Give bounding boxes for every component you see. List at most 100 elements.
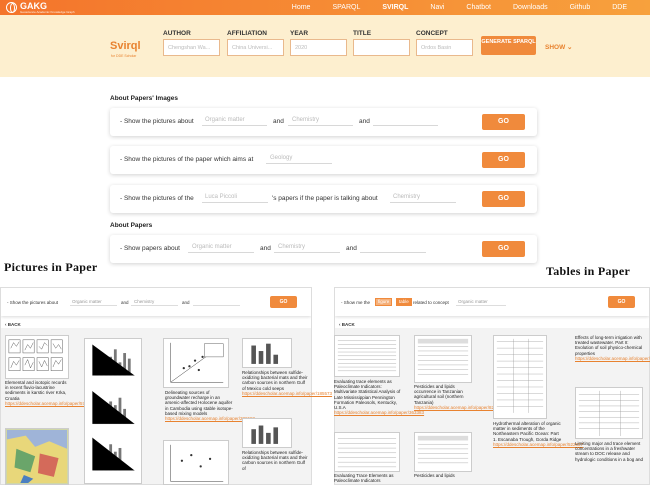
logo-name: GAKG [20,0,47,11]
nav-menu: Home SPARQL SVIRQL Navi Chatbot Download… [281,0,638,15]
topic-input-3[interactable] [193,299,240,306]
generate-sparql-button[interactable]: GENERATE SPARQL [481,36,536,55]
tables-query-row: - Show me the figure table related to co… [335,288,649,316]
query-text: - Show me the [341,300,371,305]
query-text: - Show papers about [120,245,180,252]
nav-downloads[interactable]: Downloads [502,4,559,11]
back-label: BACK [7,322,21,327]
nav-sparql[interactable]: SPARQL [321,4,371,11]
go-button[interactable]: GO [482,191,525,207]
paper-link[interactable]: https://ddescholar.acemap.info/paper/185… [242,391,332,396]
figure-toggle[interactable]: figure [375,298,393,306]
author-label: AUTHOR [163,30,191,37]
go-button[interactable]: GO [482,241,525,257]
year-label: YEAR [290,30,309,37]
concept-input[interactable]: Organic matter [456,299,506,306]
query-text: and [121,300,129,305]
topic-input-1[interactable]: Organic matter [70,299,117,306]
figure-caption: Relationships between sulfide-oxidizing … [242,370,332,396]
table-caption: Limiting major and trace element concent… [575,441,647,462]
pictures-heading: Pictures in Paper [4,260,98,274]
affiliation-field: AFFILIATION China Universi... [227,30,284,56]
paper-topic-input-1[interactable]: Organic matter [188,244,254,253]
table-thumbnail[interactable] [414,335,472,383]
back-label: BACK [341,322,355,327]
nav-chatbot[interactable]: Chatbot [455,4,502,11]
images-query-aim: - Show the pictures of the paper which a… [110,146,537,174]
paper-link[interactable]: https://ddescholar.acemap.info/paper/298… [575,356,650,361]
figure-thumbnail[interactable] [242,418,292,448]
table-thumbnail[interactable] [334,432,400,472]
figure-thumbnail[interactable] [84,338,142,484]
nav-github[interactable]: Github [559,4,602,11]
paper-link[interactable]: https://ddescholar.acemap.info/paper/573… [5,401,95,406]
paper-link[interactable]: https://ddescholar.acemap.info/paper/286… [165,416,255,421]
author-name-input[interactable]: Luca Piccoli [202,194,268,203]
bar-charts-figure [92,344,135,471]
svirql-subtitle: for DDE Scholar [111,54,137,58]
concept-input[interactable]: Ordos Basin [416,39,473,56]
images-query-topics: - Show the pictures about Organic matter… [110,108,537,136]
table-image [337,340,397,372]
figure-thumbnail[interactable] [5,428,69,485]
figure-caption: Delineating sources of groundwater recha… [165,390,255,421]
table-thumbnail[interactable] [334,335,400,377]
year-input[interactable]: 2020 [290,39,347,56]
table-caption: Evaluating Trace Elements as Paleoclimat… [334,473,404,483]
back-link[interactable]: ‹ BACK [5,322,21,327]
paper-link[interactable]: https://ddescholar.acemap.info/paper/822… [414,405,504,410]
figure-thumbnail[interactable] [163,440,229,485]
query-text: - Show the pictures of the [120,195,194,202]
paper-link[interactable]: https://ddescholar.acemap.info/paper/363… [334,410,424,415]
nav-home[interactable]: Home [281,4,322,11]
images-query-author: - Show the pictures of the Luca Piccoli … [110,185,537,213]
affiliation-label: AFFILIATION [227,30,267,37]
go-button[interactable]: GO [482,114,525,130]
table-caption: Hydrothermal alteration of organic matte… [493,421,583,447]
paper-topic-input-2[interactable]: Chemistry [274,244,340,253]
table-caption: Evaluating trace elements as Paleoclimat… [334,379,424,415]
title-input[interactable] [353,39,410,56]
paper-link[interactable]: https://ddescholar.acemap.info/paper/522… [493,442,583,447]
show-toggle[interactable]: SHOW ⌄ [545,43,573,51]
aim-input[interactable]: Geology [266,155,332,164]
figure-caption: Elemental and isotopic records in recent… [5,380,95,406]
go-button[interactable]: GO [482,152,525,168]
figure-thumbnail[interactable] [163,338,229,388]
map-figure [7,430,67,484]
caption-title: Pesticides and lipids [414,473,455,478]
query-text: and [273,118,284,125]
topic-input-3[interactable] [373,117,438,126]
figure-thumbnail[interactable] [5,335,69,379]
caption-title: Elemental and isotopic records in recent… [5,380,67,401]
chevron-down-icon: ⌄ [567,44,573,51]
go-button[interactable]: GO [608,296,635,308]
caption-title: Relationships between sulfide-oxidizing … [242,370,308,391]
nav-svirql[interactable]: SVIRQL [371,4,419,11]
figure-thumbnail[interactable] [242,338,292,368]
table-thumbnail[interactable] [575,387,643,439]
talking-about-input[interactable]: Chemistry [390,194,456,203]
back-link[interactable]: ‹ BACK [339,322,355,327]
pictures-panel: - Show the pictures about Organic matter… [0,287,332,485]
title-label: TITLE [353,30,372,37]
papers-query-topics: - Show papers about Organic matter and C… [110,235,537,263]
author-input[interactable]: Chengshan Wa... [163,39,220,56]
logo[interactable]: GAKG Geoscience Academic Knowledge Graph [6,0,75,14]
concept-label: CONCEPT [416,30,448,37]
topic-input-2[interactable]: Chemistry [131,299,178,306]
topic-input-2[interactable]: Chemistry [288,117,353,126]
table-thumbnail[interactable] [414,432,472,472]
query-text: and [182,300,190,305]
topic-input-1[interactable]: Organic matter [202,117,267,126]
show-label: SHOW [545,44,566,51]
paper-topic-input-3[interactable] [360,244,426,253]
table-image [337,438,397,468]
table-thumbnail[interactable] [493,335,547,419]
nav-navi[interactable]: Navi [419,4,455,11]
figure-image [8,339,63,371]
go-button[interactable]: GO [270,296,297,308]
table-toggle[interactable]: table [396,298,412,306]
nav-dde[interactable]: DDE [601,4,638,11]
affiliation-input[interactable]: China Universi... [227,39,284,56]
